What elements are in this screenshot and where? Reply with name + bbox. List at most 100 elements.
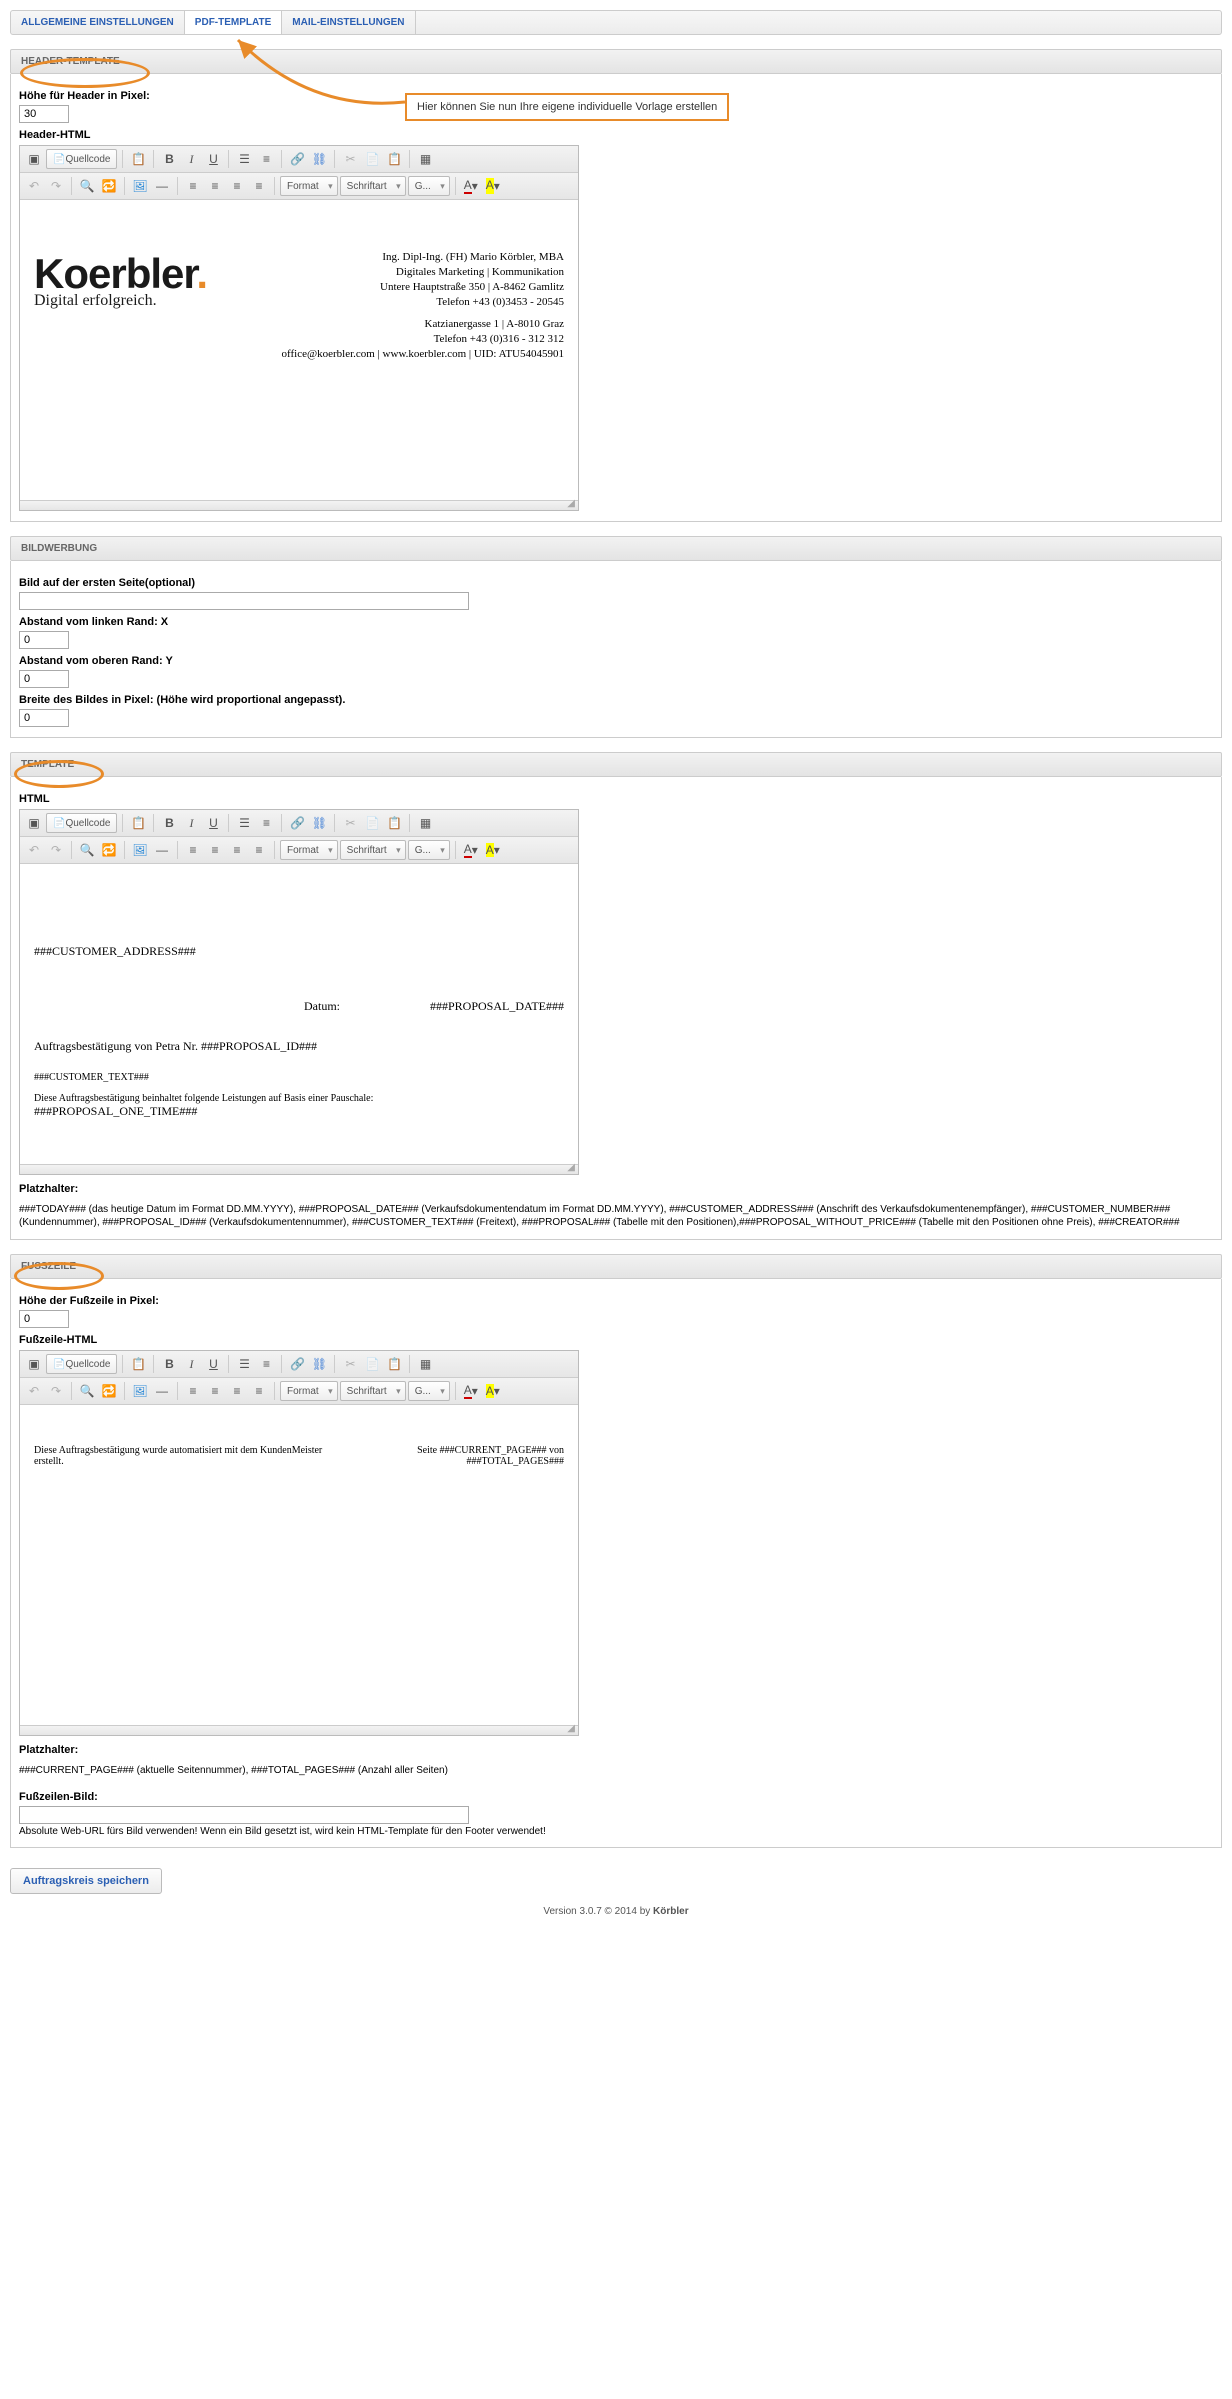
preview-icon[interactable]: 📋 <box>128 813 148 833</box>
size-select[interactable]: G... <box>408 840 450 860</box>
cut-icon[interactable]: ✂ <box>340 813 360 833</box>
textcolor-icon[interactable]: A▾ <box>461 1381 481 1401</box>
format-select[interactable]: Format <box>280 176 338 196</box>
italic-icon[interactable]: I <box>181 149 201 169</box>
paste-icon[interactable]: 📋 <box>384 149 404 169</box>
hr-icon[interactable]: — <box>152 176 172 196</box>
italic-icon[interactable]: I <box>181 1354 201 1374</box>
editor-resize-handle[interactable] <box>20 1725 578 1735</box>
size-select[interactable]: G... <box>408 176 450 196</box>
undo-icon[interactable]: ↶ <box>24 176 44 196</box>
align-center-icon[interactable]: ≡ <box>205 1381 225 1401</box>
redo-icon[interactable]: ↷ <box>46 1381 66 1401</box>
align-right-icon[interactable]: ≡ <box>227 840 247 860</box>
align-left-icon[interactable]: ≡ <box>183 176 203 196</box>
align-justify-icon[interactable]: ≡ <box>249 840 269 860</box>
unlink-icon[interactable]: ⛓ <box>309 149 329 169</box>
bgcolor-icon[interactable]: A▾ <box>483 176 503 196</box>
align-right-icon[interactable]: ≡ <box>227 1381 247 1401</box>
align-justify-icon[interactable]: ≡ <box>249 176 269 196</box>
bullet-list-icon[interactable]: ☰ <box>234 813 254 833</box>
format-select[interactable]: Format <box>280 1381 338 1401</box>
number-list-icon[interactable]: ≡ <box>256 813 276 833</box>
tab-general[interactable]: ALLGEMEINE EINSTELLUNGEN <box>11 11 185 34</box>
table-icon[interactable]: ▦ <box>415 813 435 833</box>
bullet-list-icon[interactable]: ☰ <box>234 1354 254 1374</box>
font-select[interactable]: Schriftart <box>340 1381 406 1401</box>
underline-icon[interactable]: U <box>203 813 223 833</box>
footer-image-input[interactable] <box>19 1806 469 1824</box>
hr-icon[interactable]: — <box>152 840 172 860</box>
source-button[interactable]: 📄 Quellcode <box>46 149 117 169</box>
header-editor-content[interactable]: Koerbler. Digital erfolgreich. Ing. Dipl… <box>20 200 578 500</box>
underline-icon[interactable]: U <box>203 149 223 169</box>
link-icon[interactable]: 🔗 <box>287 1354 307 1374</box>
link-icon[interactable]: 🔗 <box>287 149 307 169</box>
size-select[interactable]: G... <box>408 1381 450 1401</box>
bgcolor-icon[interactable]: A▾ <box>483 840 503 860</box>
number-list-icon[interactable]: ≡ <box>256 1354 276 1374</box>
bullet-list-icon[interactable]: ☰ <box>234 149 254 169</box>
underline-icon[interactable]: U <box>203 1354 223 1374</box>
table-icon[interactable]: ▦ <box>415 149 435 169</box>
align-right-icon[interactable]: ≡ <box>227 176 247 196</box>
replace-icon[interactable]: 🔁 <box>99 176 119 196</box>
number-list-icon[interactable]: ≡ <box>256 149 276 169</box>
image-width-input[interactable] <box>19 709 69 727</box>
italic-icon[interactable]: I <box>181 813 201 833</box>
header-height-input[interactable] <box>19 105 69 123</box>
undo-icon[interactable]: ↶ <box>24 840 44 860</box>
bold-icon[interactable]: B <box>159 1354 179 1374</box>
maximize-icon[interactable]: ▣ <box>24 149 44 169</box>
align-left-icon[interactable]: ≡ <box>183 1381 203 1401</box>
replace-icon[interactable]: 🔁 <box>99 840 119 860</box>
maximize-icon[interactable]: ▣ <box>24 813 44 833</box>
copy-icon[interactable]: 📄 <box>362 1354 382 1374</box>
align-justify-icon[interactable]: ≡ <box>249 1381 269 1401</box>
cut-icon[interactable]: ✂ <box>340 1354 360 1374</box>
replace-icon[interactable]: 🔁 <box>99 1381 119 1401</box>
bgcolor-icon[interactable]: A▾ <box>483 1381 503 1401</box>
unlink-icon[interactable]: ⛓ <box>309 813 329 833</box>
align-center-icon[interactable]: ≡ <box>205 176 225 196</box>
align-center-icon[interactable]: ≡ <box>205 840 225 860</box>
tab-mail[interactable]: MAIL-EINSTELLUNGEN <box>282 11 415 34</box>
footer-editor-content[interactable]: Diese Auftragsbestätigung wurde automati… <box>20 1405 578 1725</box>
redo-icon[interactable]: ↷ <box>46 840 66 860</box>
first-page-image-input[interactable] <box>19 592 469 610</box>
find-icon[interactable]: 🔍 <box>77 176 97 196</box>
find-icon[interactable]: 🔍 <box>77 1381 97 1401</box>
table-icon[interactable]: ▦ <box>415 1354 435 1374</box>
save-button[interactable]: Auftragskreis speichern <box>10 1868 162 1894</box>
image-icon[interactable]: 🖼 <box>130 840 150 860</box>
footer-height-input[interactable] <box>19 1310 69 1328</box>
format-select[interactable]: Format <box>280 840 338 860</box>
copy-icon[interactable]: 📄 <box>362 813 382 833</box>
image-icon[interactable]: 🖼 <box>130 1381 150 1401</box>
source-button[interactable]: 📄 Quellcode <box>46 1354 117 1374</box>
textcolor-icon[interactable]: A▾ <box>461 176 481 196</box>
left-margin-input[interactable] <box>19 631 69 649</box>
preview-icon[interactable]: 📋 <box>128 1354 148 1374</box>
preview-icon[interactable]: 📋 <box>128 149 148 169</box>
paste-icon[interactable]: 📋 <box>384 1354 404 1374</box>
copy-icon[interactable]: 📄 <box>362 149 382 169</box>
redo-icon[interactable]: ↷ <box>46 176 66 196</box>
hr-icon[interactable]: — <box>152 1381 172 1401</box>
unlink-icon[interactable]: ⛓ <box>309 1354 329 1374</box>
image-icon[interactable]: 🖼 <box>130 176 150 196</box>
template-editor-content[interactable]: ###CUSTOMER_ADDRESS### Datum:###PROPOSAL… <box>20 864 578 1164</box>
undo-icon[interactable]: ↶ <box>24 1381 44 1401</box>
tab-pdf-template[interactable]: PDF-TEMPLATE <box>185 11 282 34</box>
bold-icon[interactable]: B <box>159 813 179 833</box>
cut-icon[interactable]: ✂ <box>340 149 360 169</box>
font-select[interactable]: Schriftart <box>340 840 406 860</box>
font-select[interactable]: Schriftart <box>340 176 406 196</box>
top-margin-input[interactable] <box>19 670 69 688</box>
maximize-icon[interactable]: ▣ <box>24 1354 44 1374</box>
editor-resize-handle[interactable] <box>20 500 578 510</box>
link-icon[interactable]: 🔗 <box>287 813 307 833</box>
source-button[interactable]: 📄 Quellcode <box>46 813 117 833</box>
find-icon[interactable]: 🔍 <box>77 840 97 860</box>
align-left-icon[interactable]: ≡ <box>183 840 203 860</box>
